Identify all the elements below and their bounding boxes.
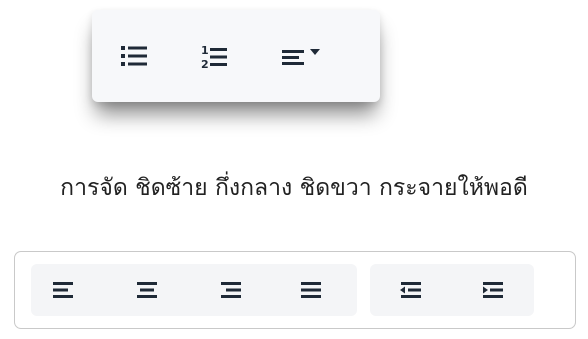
alignment-caption: การจัด ชิดซ้าย กึ่งกลาง ชิดขวา กระจายให้…	[60, 175, 528, 201]
align-left-dropdown-icon	[282, 49, 320, 65]
align-group	[31, 264, 357, 316]
alignment-toolbar	[14, 251, 576, 329]
numbered-list-digit-1: 1	[201, 44, 209, 57]
increase-indent-button[interactable]	[466, 264, 518, 316]
align-center-button[interactable]	[121, 264, 173, 316]
indent-group	[370, 264, 534, 316]
align-justify-button[interactable]	[285, 264, 337, 316]
numbered-list-icon: 1 2	[201, 44, 227, 70]
align-center-icon	[137, 282, 157, 298]
list-toolbar: 1 2	[92, 10, 380, 102]
align-left-button[interactable]	[39, 264, 91, 316]
align-right-button[interactable]	[203, 264, 255, 316]
outdent-icon	[400, 282, 421, 298]
align-justify-icon	[301, 282, 321, 298]
numbered-list-button[interactable]: 1 2	[196, 38, 232, 76]
indent-icon	[483, 282, 503, 298]
bulleted-list-button[interactable]	[116, 38, 152, 74]
alignment-dropdown-button[interactable]	[276, 38, 332, 74]
numbered-list-digit-2: 2	[201, 58, 209, 70]
chevron-down-icon	[310, 49, 320, 55]
decrease-indent-button[interactable]	[384, 264, 436, 316]
align-left-icon	[53, 282, 73, 298]
bullet-list-icon	[121, 46, 147, 66]
align-right-icon	[221, 282, 241, 298]
